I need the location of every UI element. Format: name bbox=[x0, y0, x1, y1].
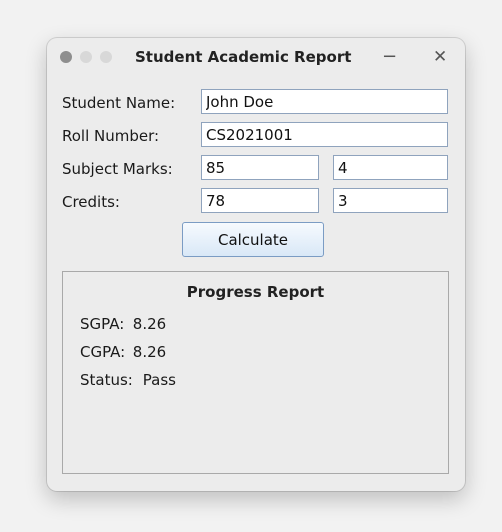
credits-marks-field[interactable] bbox=[201, 188, 319, 213]
sgpa-row: SGPA: 8.26 bbox=[80, 315, 166, 333]
window-minimize-light[interactable] bbox=[80, 51, 92, 63]
roll-number-label: Roll Number: bbox=[62, 127, 160, 145]
credits-label: Credits: bbox=[62, 193, 120, 211]
progress-report-title: Progress Report bbox=[186, 283, 325, 301]
window-zoom-light[interactable] bbox=[100, 51, 112, 63]
status-row: Status: Pass bbox=[80, 371, 176, 389]
minimize-icon[interactable]: − bbox=[382, 44, 397, 70]
student-name-field[interactable] bbox=[201, 89, 448, 114]
window-title: Student Academic Report bbox=[135, 48, 352, 66]
subject-marks-label: Subject Marks: bbox=[62, 160, 173, 178]
sgpa-value: 8.26 bbox=[132, 315, 167, 333]
sgpa-label: SGPA: bbox=[80, 315, 125, 333]
close-icon[interactable]: ✕ bbox=[433, 44, 447, 70]
cgpa-row: CGPA: 8.26 bbox=[80, 343, 166, 361]
status-value: Pass bbox=[142, 371, 176, 389]
calculate-button[interactable]: Calculate bbox=[182, 222, 324, 257]
subject-credit-field[interactable] bbox=[333, 155, 448, 180]
cgpa-label: CGPA: bbox=[80, 343, 126, 361]
window-close-light[interactable] bbox=[60, 51, 72, 63]
credits-credit-field[interactable] bbox=[333, 188, 448, 213]
status-label: Status: bbox=[80, 371, 133, 389]
app-window: Student Academic Report − ✕ Student Name… bbox=[47, 38, 465, 491]
progress-report-panel: Progress Report SGPA: 8.26 CGPA: 8.26 St… bbox=[62, 271, 449, 474]
student-name-label: Student Name: bbox=[62, 94, 176, 112]
title-bar: Student Academic Report − ✕ bbox=[47, 38, 465, 78]
subject-marks-field[interactable] bbox=[201, 155, 319, 180]
cgpa-value: 8.26 bbox=[132, 343, 167, 361]
roll-number-field[interactable] bbox=[201, 122, 448, 147]
